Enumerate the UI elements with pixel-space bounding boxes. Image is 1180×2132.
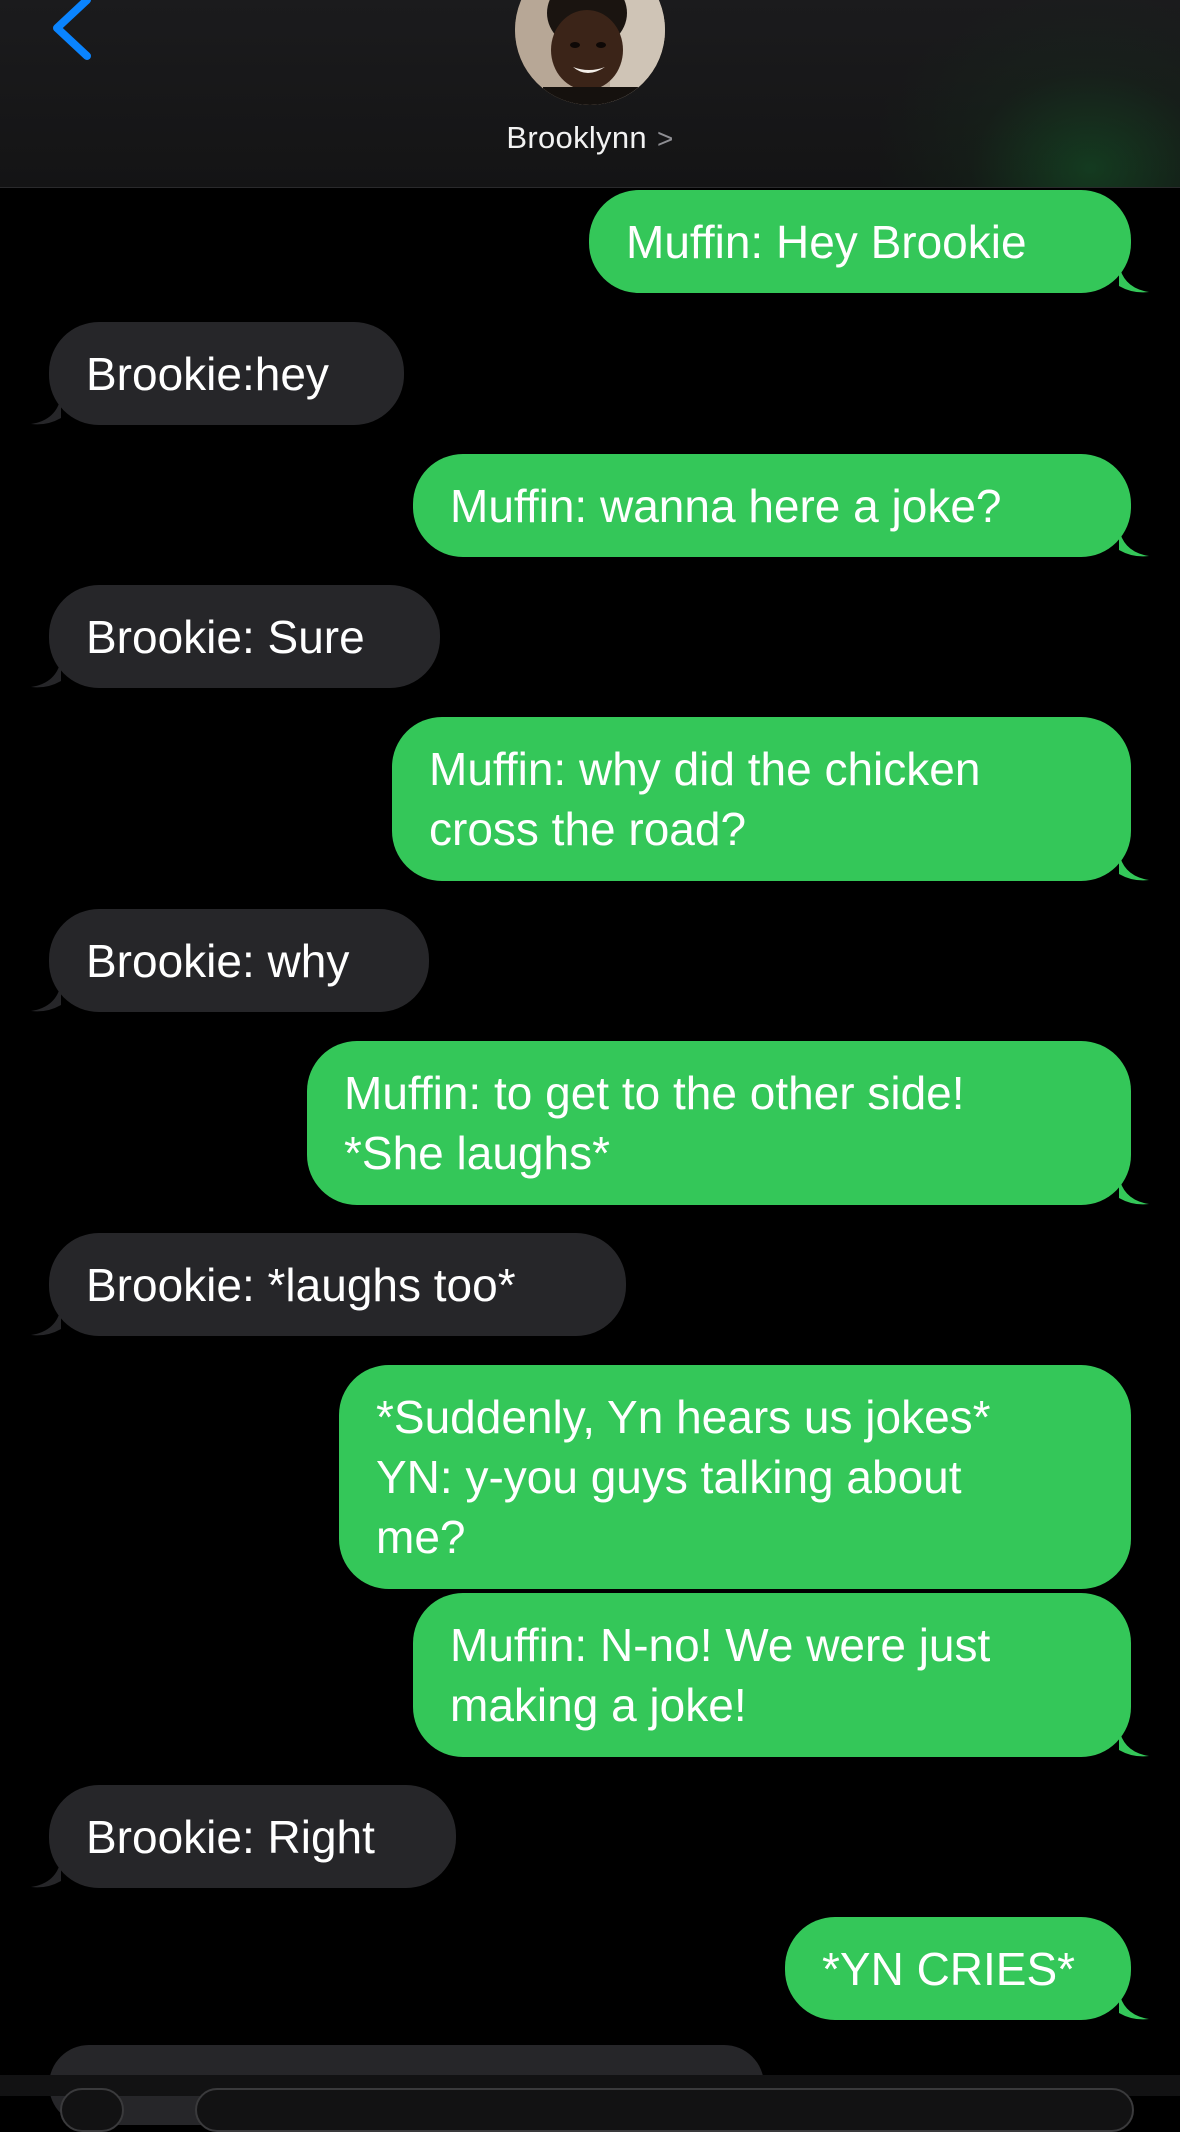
back-button[interactable]: [42, 0, 102, 60]
contact-name-link[interactable]: Brooklynn >: [0, 120, 1180, 156]
message-text: Muffin: wanna here a joke?: [450, 479, 1002, 532]
sent-message[interactable]: *Suddenly, Yn hears us jokes* YN: y-you …: [339, 1365, 1131, 1589]
received-message[interactable]: Brookie: *laughs too*: [31, 1233, 626, 1336]
sent-message[interactable]: Muffin: to get to the other side! *She l…: [307, 1041, 1149, 1205]
conversation-header: Brooklynn >: [0, 0, 1180, 188]
message-text: *YN CRIES*: [822, 1942, 1076, 1995]
apps-button[interactable]: [60, 2088, 124, 2132]
bubble-tail: [1119, 1991, 1149, 2020]
bubble-tail: [31, 1307, 61, 1336]
message-text: Brookie:hey: [86, 347, 329, 400]
contact-name: Brooklynn: [506, 120, 647, 155]
received-message[interactable]: Brookie: why: [31, 909, 429, 1012]
sent-message[interactable]: Muffin: why did the chicken cross the ro…: [392, 717, 1149, 881]
received-message[interactable]: Brookie:hey: [31, 322, 404, 425]
contact-avatar[interactable]: [515, 0, 665, 105]
bubble-tail: [31, 396, 61, 425]
chevron-left-icon: [53, 0, 91, 60]
chevron-right-icon: >: [656, 123, 674, 154]
bubble-tail: [31, 659, 61, 688]
message-text: Brookie: Right: [86, 1810, 375, 1863]
avatar-photo: [515, 0, 665, 105]
sent-message[interactable]: Muffin: wanna here a joke?: [413, 454, 1149, 557]
message-text: Muffin: N-no! We were just making a joke…: [450, 1619, 991, 1731]
bubble-tail: [1119, 1728, 1149, 1757]
sent-message[interactable]: *YN CRIES*: [785, 1917, 1149, 2020]
message-text: Muffin: why did the chicken cross the ro…: [429, 743, 981, 855]
bubble-tail: [1119, 852, 1149, 881]
bubble-tail: [1119, 528, 1149, 557]
message-text: Brookie: why: [86, 934, 350, 987]
message-text: Brookie: *laughs too*: [86, 1258, 516, 1311]
bubble-tail: [1119, 1176, 1149, 1205]
message-input[interactable]: [195, 2088, 1134, 2132]
header-background-glow: [880, 0, 1180, 187]
message-text: Brookie: Sure: [86, 610, 365, 663]
sent-message[interactable]: Muffin: Hey Brookie: [589, 190, 1149, 293]
message-text: *Suddenly, Yn hears us jokes* YN: y-you …: [376, 1391, 991, 1563]
message-text: Muffin: to get to the other side! *She l…: [344, 1067, 965, 1179]
received-message[interactable]: Brookie: Sure: [31, 585, 440, 688]
bubble-tail: [31, 983, 61, 1012]
received-message[interactable]: Brookie: Right: [31, 1785, 456, 1888]
bubble-tail: [31, 1859, 61, 1888]
sent-message[interactable]: Muffin: N-no! We were just making a joke…: [413, 1593, 1149, 1757]
message-text: Muffin: Hey Brookie: [626, 215, 1027, 268]
bubble-tail: [1119, 264, 1149, 293]
